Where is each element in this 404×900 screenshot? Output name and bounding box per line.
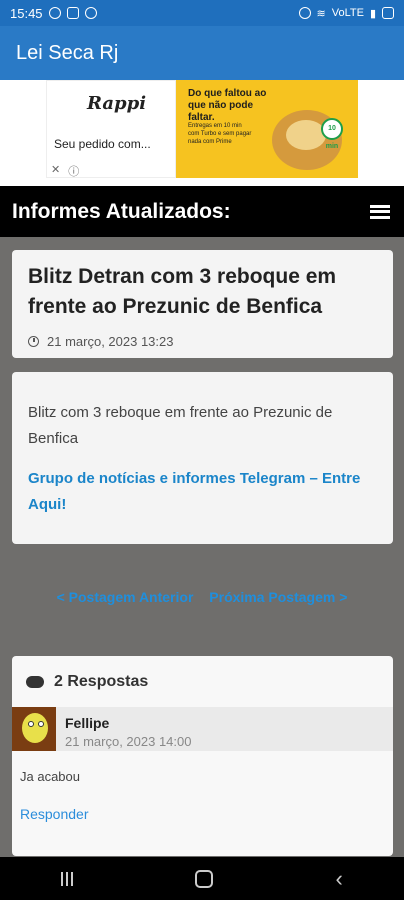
post-date: 21 março, 2023 13:23 <box>47 334 174 349</box>
ad-subtext: Entregas em 10 min com Turbo e sem pagar… <box>188 123 252 145</box>
post-body: Blitz com 3 reboque em frente ao Prezuni… <box>28 404 333 447</box>
section-title: Informes Atualizados: <box>12 199 231 223</box>
comments-card: 2 Respostas Fellipe 21 março, 2023 14:00… <box>12 656 393 856</box>
previous-post-link[interactable]: < Postagem Anterior <box>57 589 194 605</box>
info-icon[interactable]: ⓘ <box>68 163 79 179</box>
app-bar: Lei Seca Rj <box>0 26 404 80</box>
post-title: Blitz Detran com 3 reboque em frente ao … <box>28 265 337 318</box>
status-time: 15:45 <box>10 5 43 21</box>
clock-icon <box>28 336 39 347</box>
telegram-link[interactable]: Grupo de notícias e informes Telegram – … <box>28 466 377 518</box>
post-header-card: Blitz Detran com 3 reboque em frente ao … <box>12 250 393 358</box>
ad-banner[interactable]: Rappi Seu pedido com... ✕ ⓘ Do que falto… <box>46 80 358 178</box>
ad-headline: Do que faltou ao que não pode faltar. <box>188 88 267 123</box>
system-nav-bar: ‹ <box>0 857 404 900</box>
ad-left-text: Seu pedido com... <box>54 137 151 151</box>
post-navigation: < Postagem Anterior Próxima Postagem > <box>0 589 404 605</box>
menu-icon[interactable] <box>370 204 390 219</box>
home-icon[interactable] <box>195 869 214 888</box>
battery-icon <box>382 7 394 19</box>
ad-left-panel[interactable]: Rappi Seu pedido com... ✕ ⓘ <box>46 80 176 178</box>
volte-label: VoLTE <box>331 7 364 19</box>
comment-author: Fellipe <box>65 715 110 731</box>
alarm-icon <box>298 7 311 19</box>
chat-icon <box>26 676 44 688</box>
notification-icon <box>84 7 97 19</box>
back-icon[interactable]: ‹ <box>336 866 343 892</box>
wifi-icon: ≋ <box>316 7 326 20</box>
comments-count: 2 Respostas <box>54 673 149 690</box>
next-post-link[interactable]: Próxima Postagem > <box>209 589 347 605</box>
avatar <box>12 707 56 751</box>
image-icon <box>66 7 79 19</box>
post-content-card: Blitz com 3 reboque em frente ao Prezuni… <box>12 372 393 544</box>
section-header: Informes Atualizados: <box>0 186 404 237</box>
whatsapp-icon <box>48 7 61 19</box>
signal-icon: ▮ <box>369 7 376 20</box>
ad-right-panel[interactable]: Do que faltou ao que não pode faltar. En… <box>176 80 358 178</box>
rappi-logo: Rappi <box>87 93 147 114</box>
close-icon[interactable]: ✕ <box>51 163 60 179</box>
reply-link[interactable]: Responder <box>20 806 89 822</box>
status-bar: 15:45 ≋ VoLTE ▮ <box>0 0 404 26</box>
comments-heading: 2 Respostas <box>12 656 393 694</box>
app-title: Lei Seca Rj <box>16 41 119 64</box>
post-date-row: 21 março, 2023 13:23 <box>28 334 377 349</box>
ad-badge: 10 min <box>321 118 343 150</box>
recent-apps-icon[interactable] <box>61 871 74 886</box>
comment-text: Ja acabou <box>20 769 80 784</box>
comment-date: 21 março, 2023 14:00 <box>65 734 192 749</box>
